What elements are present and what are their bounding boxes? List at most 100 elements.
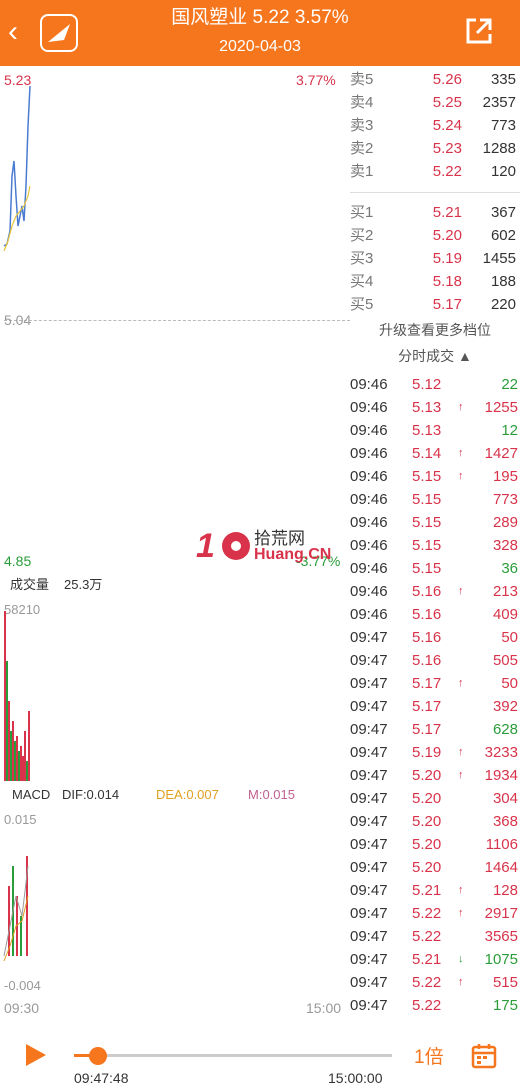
buy-label: 买2 — [350, 227, 374, 244]
trade-price: 5.22 — [412, 997, 442, 1014]
trade-time: 09:47 — [350, 790, 388, 807]
end-time: 15:00:00 — [328, 1070, 383, 1086]
stock-date: 2020-04-03 — [219, 38, 301, 55]
trade-price: 5.22 — [412, 928, 442, 945]
trade-price: 5.21 — [412, 882, 442, 899]
trade-time: 09:46 — [350, 537, 388, 554]
tick-trades-toggle[interactable]: 分时成交 ▲ — [350, 346, 520, 366]
trade-row: 09:46 5.15 773 — [350, 488, 520, 511]
mid-price-label: 5.04 — [4, 312, 32, 328]
play-icon[interactable] — [26, 1044, 46, 1066]
trade-row: 09:47 5.19 ↑ 3233 — [350, 741, 520, 764]
time-start-label: 09:30 — [4, 1000, 40, 1016]
macd-chart — [3, 856, 29, 962]
trade-price: 5.22 — [412, 974, 442, 991]
buy-volume: 188 — [490, 273, 516, 290]
sell-price: 5.22 — [432, 163, 462, 180]
buy-price: 5.19 — [432, 250, 462, 267]
progress-knob[interactable] — [89, 1047, 108, 1065]
share-icon[interactable] — [462, 14, 496, 48]
trade-volume: 2917 — [484, 905, 518, 922]
trade-price: 5.15 — [412, 468, 442, 485]
trade-volume: 3565 — [484, 928, 518, 945]
sell-row: 卖1 5.22 120 — [350, 160, 520, 183]
trade-row: 09:47 5.17 392 — [350, 695, 520, 718]
speed-button[interactable]: 1倍 — [414, 1042, 444, 1069]
trade-time: 09:47 — [350, 928, 388, 945]
sell-row: 卖3 5.24 773 — [350, 114, 520, 137]
progress-slider[interactable] — [74, 1047, 392, 1065]
trade-time: 09:47 — [350, 652, 388, 669]
trade-time: 09:46 — [350, 514, 388, 531]
buy-label: 买4 — [350, 273, 374, 290]
trade-row: 09:46 5.15 36 — [350, 557, 520, 580]
trade-row: 09:46 5.15 ↑ 195 — [350, 465, 520, 488]
sell-row: 卖5 5.26 335 — [350, 68, 520, 91]
buy-label: 买3 — [350, 250, 374, 267]
trade-volume: 368 — [492, 813, 518, 830]
volume-bar — [14, 741, 16, 781]
trade-price: 5.17 — [412, 675, 442, 692]
trade-row: 09:47 5.20 368 — [350, 810, 520, 833]
trade-price: 5.15 — [412, 560, 442, 577]
header-bar: ‹ 国风塑业 5.22 3.57% 2020-04-03 — [0, 0, 520, 66]
macd-m: M:0.015 — [248, 787, 295, 802]
trade-row: 09:47 5.17 ↑ 50 — [350, 672, 520, 695]
time-end-label: 15:00 — [306, 1000, 342, 1016]
trade-row: 09:46 5.12 22 — [350, 373, 520, 396]
trade-volume: 1934 — [484, 767, 518, 784]
trade-row: 09:47 5.16 50 — [350, 626, 520, 649]
buy-row: 买5 5.17 220 — [350, 293, 520, 316]
sell-row: 卖2 5.23 1288 — [350, 137, 520, 160]
trade-price: 5.13 — [412, 422, 442, 439]
trade-volume: 1075 — [484, 951, 518, 968]
buy-row: 买1 5.21 367 — [350, 201, 520, 224]
volume-bar — [28, 711, 30, 781]
trade-row: 09:46 5.13 12 — [350, 419, 520, 442]
sell-volume: 1288 — [482, 140, 516, 157]
trade-volume: 409 — [492, 606, 518, 623]
trade-price: 5.16 — [412, 629, 442, 646]
trade-time: 09:46 — [350, 422, 388, 439]
trade-price: 5.20 — [412, 813, 442, 830]
trade-price: 5.21 — [412, 951, 442, 968]
buy-label: 买5 — [350, 296, 374, 313]
upgrade-more-levels-link[interactable]: 升级查看更多档位 — [350, 320, 520, 340]
volume-bars — [4, 611, 30, 781]
buy-volume: 1455 — [482, 250, 516, 267]
trade-volume: 628 — [492, 721, 518, 738]
sell-row: 卖4 5.25 2357 — [350, 91, 520, 114]
buy-price: 5.21 — [432, 204, 462, 221]
macd-label: MACD — [12, 787, 51, 802]
buy-volume: 602 — [490, 227, 516, 244]
volume-bar — [20, 746, 22, 781]
trade-volume: 50 — [501, 675, 518, 692]
buy-price: 5.18 — [432, 273, 462, 290]
volume-bar — [16, 736, 18, 781]
macd-dif: DIF:0.014 — [62, 787, 120, 802]
trade-time: 09:47 — [350, 629, 388, 646]
trade-volume: 128 — [492, 882, 518, 899]
trade-time: 09:47 — [350, 698, 388, 715]
calendar-icon[interactable] — [470, 1042, 498, 1070]
trade-row: 09:47 5.20 1464 — [350, 856, 520, 879]
trade-time: 09:47 — [350, 997, 388, 1014]
trade-row: 09:47 5.22 175 — [350, 994, 520, 1017]
trade-time: 09:46 — [350, 376, 388, 393]
trade-volume: 3233 — [484, 744, 518, 761]
trade-volume: 328 — [492, 537, 518, 554]
price-line-chart — [3, 85, 31, 252]
trade-time: 09:47 — [350, 721, 388, 738]
trade-volume: 1464 — [484, 859, 518, 876]
trade-row: 09:47 5.20 1106 — [350, 833, 520, 856]
trade-volume: 515 — [492, 974, 518, 991]
trade-volume: 304 — [492, 790, 518, 807]
trade-price: 5.15 — [412, 514, 442, 531]
trade-volume: 22 — [501, 376, 518, 393]
sell-price: 5.26 — [432, 71, 462, 88]
trade-row: 09:46 5.16 409 — [350, 603, 520, 626]
trade-row: 09:46 5.15 328 — [350, 534, 520, 557]
buy-row: 买3 5.19 1455 — [350, 247, 520, 270]
volume-label: 成交量 — [10, 577, 50, 592]
trade-volume: 392 — [492, 698, 518, 715]
